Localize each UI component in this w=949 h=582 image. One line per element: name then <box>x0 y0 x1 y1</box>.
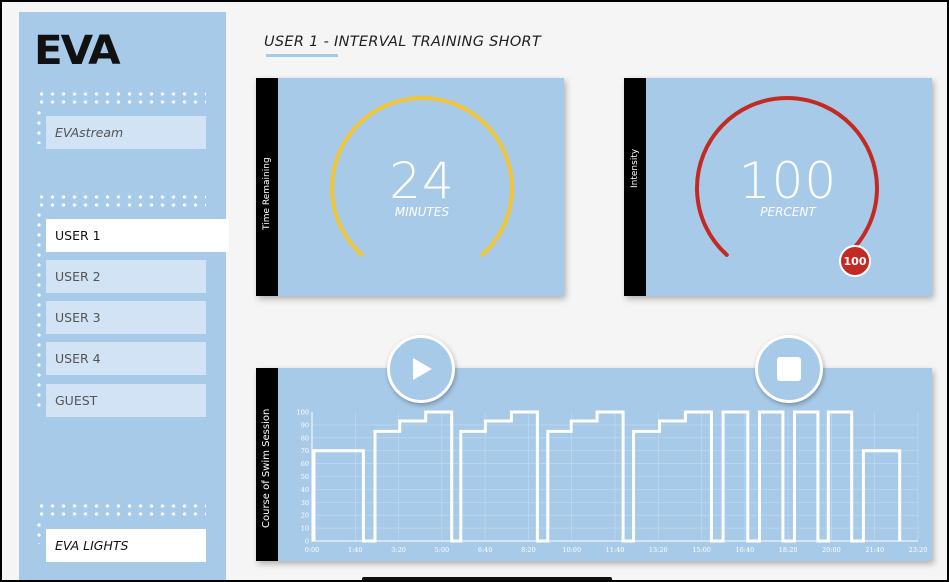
bottom-bar <box>362 577 612 580</box>
y-tick-label: 80 <box>301 434 309 442</box>
sidebar-item-user-4[interactable]: USER 4 <box>46 342 206 375</box>
x-tick-label: 3:20 <box>391 546 406 554</box>
y-tick-label: 100 <box>297 409 309 417</box>
intensity-badge: 100 <box>839 245 871 277</box>
x-tick-label: 18:20 <box>779 546 798 554</box>
time-remaining-panel: Time Remaining 24 MINUTES <box>256 78 564 296</box>
intensity-value: 100 <box>738 152 838 210</box>
x-tick-label: 5:00 <box>435 546 450 554</box>
page-title: USER 1 - INTERVAL TRAINING SHORT <box>264 34 542 50</box>
x-tick-label: 11:40 <box>606 546 625 554</box>
dot-divider <box>36 193 206 211</box>
stop-icon <box>777 357 801 381</box>
x-tick-label: 15:00 <box>692 546 711 554</box>
y-tick-label: 0 <box>305 538 309 546</box>
sidebar-item-user-2[interactable]: USER 2 <box>46 260 206 293</box>
sidebar-item-guest[interactable]: GUEST <box>46 384 206 417</box>
sidebar-item-user-1[interactable]: USER 1 <box>46 219 229 252</box>
eva-logo: EVA <box>34 28 121 74</box>
sidebar: EVA EVAstream USER 1 USER 2 USER 3 USER … <box>19 12 229 580</box>
play-icon <box>413 358 432 380</box>
x-tick-label: 0:00 <box>305 546 320 554</box>
time-remaining-unit: MINUTES <box>394 205 450 219</box>
y-tick-label: 40 <box>301 486 309 494</box>
dot-rail <box>36 108 42 144</box>
y-tick-label: 60 <box>301 460 309 468</box>
intensity-unit: PERCENT <box>760 205 816 219</box>
x-tick-label: 6:40 <box>478 546 493 554</box>
sidebar-item-user-3[interactable]: USER 3 <box>46 301 206 334</box>
stop-button[interactable] <box>755 335 823 403</box>
sidebar-item-eva-lights[interactable]: EVA LIGHTS <box>46 529 206 562</box>
y-tick-label: 90 <box>301 421 309 429</box>
x-tick-label: 13:20 <box>649 546 668 554</box>
dot-divider <box>36 502 206 520</box>
x-tick-label: 16:40 <box>735 546 754 554</box>
dot-rail <box>36 520 42 544</box>
swim-session-chart: 0 10 20 30 40 50 60 70 80 90 100 0:00 1:40 3:20 5:00 6:… <box>297 409 928 555</box>
x-tick-label: 23:20 <box>909 546 928 554</box>
y-tick-label: 70 <box>301 447 309 455</box>
x-tick-label: 21:40 <box>865 546 884 554</box>
app-frame: EVA EVAstream USER 1 USER 2 USER 3 USER … <box>0 0 949 582</box>
swim-session-panel: Course of Swim Session 0 10 20 30 40 50 60 70 80… <box>256 368 932 561</box>
y-tick-label: 30 <box>301 499 309 507</box>
title-underline <box>266 54 338 57</box>
x-tick-label: 20:00 <box>822 546 841 554</box>
y-tick-label: 20 <box>301 512 309 520</box>
time-remaining-value: 24 <box>389 152 455 210</box>
dot-rail <box>36 210 42 408</box>
x-tick-label: 10:00 <box>562 546 581 554</box>
y-tick-label: 50 <box>301 473 309 481</box>
x-tick-label: 8:20 <box>521 546 536 554</box>
y-tick-label: 10 <box>301 525 309 533</box>
dot-divider <box>36 90 206 108</box>
sidebar-item-evastream[interactable]: EVAstream <box>46 116 206 149</box>
play-button[interactable] <box>387 335 455 403</box>
x-tick-label: 1:40 <box>348 546 363 554</box>
intensity-panel: Intensity 100 PERCENT 100 <box>624 78 932 296</box>
